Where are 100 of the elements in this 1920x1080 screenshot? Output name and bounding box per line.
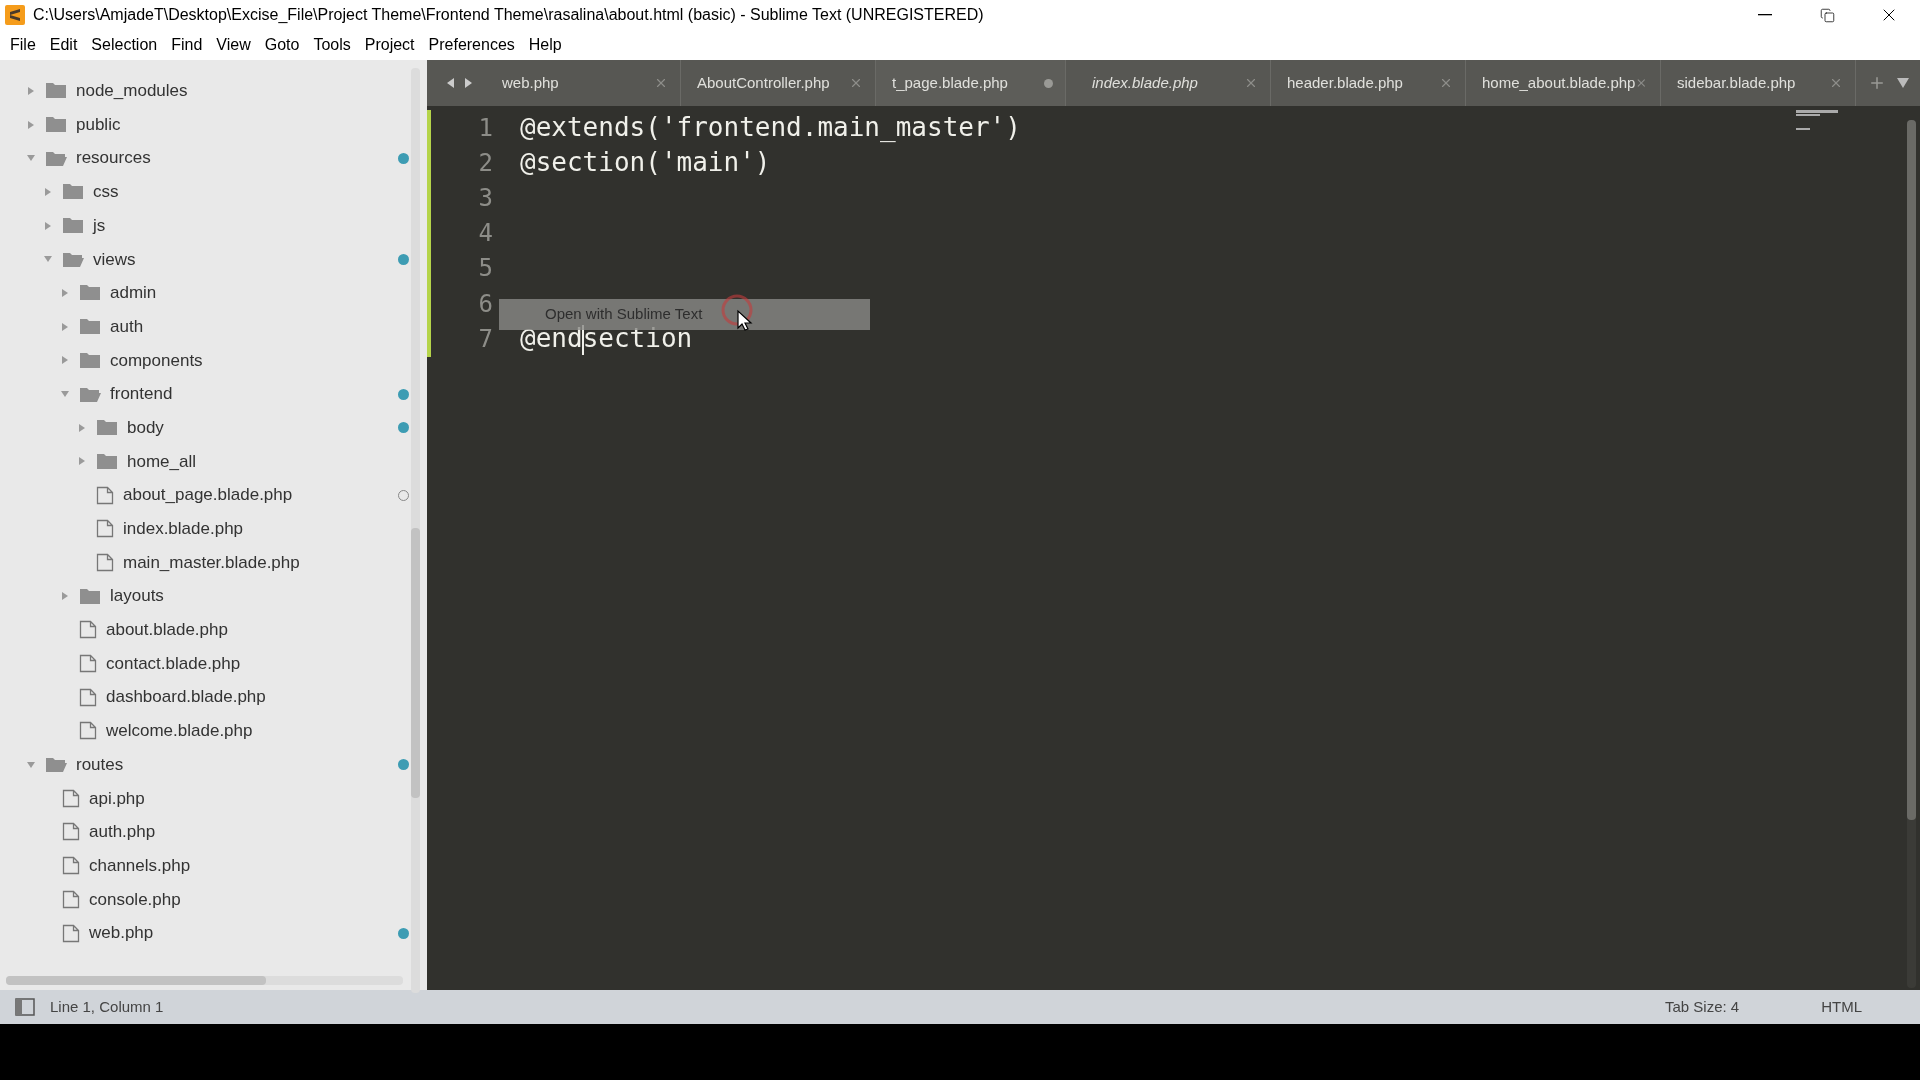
folder-row[interactable]: layouts <box>0 579 427 613</box>
folder-row[interactable]: auth <box>0 309 427 344</box>
editor-tab[interactable]: t_page.blade.php <box>876 60 1066 106</box>
collapsed-caret-icon[interactable] <box>60 321 70 332</box>
collapsed-caret-icon[interactable] <box>60 355 70 366</box>
file-row[interactable]: main_master.blade.php <box>0 545 427 580</box>
folder-name: public <box>76 113 122 136</box>
file-row[interactable]: api.php <box>0 781 427 816</box>
folder-row[interactable]: views <box>0 242 427 277</box>
folder-row[interactable]: resources <box>0 141 427 176</box>
tab-list-caret-icon[interactable] <box>1896 77 1910 89</box>
folder-row[interactable]: routes <box>0 747 427 782</box>
restore-icon <box>1819 7 1835 23</box>
file-name: welcome.blade.php <box>106 720 254 743</box>
file-icon <box>96 552 114 572</box>
file-icon <box>96 519 114 539</box>
tooltip: Open with Sublime Text <box>499 299 870 330</box>
folder-row[interactable]: public <box>0 107 427 142</box>
syntax-mode[interactable]: HTML <box>1821 995 1862 1019</box>
close-tab-icon[interactable] <box>1829 76 1843 90</box>
folder-icon <box>96 419 118 437</box>
menu-item[interactable]: Selection <box>84 33 165 57</box>
folder-icon <box>62 183 84 201</box>
collapsed-caret-icon[interactable] <box>26 85 36 96</box>
line-number: 4 <box>477 218 493 250</box>
file-row[interactable]: dashboard.blade.php <box>0 680 427 715</box>
folder-row[interactable]: css <box>0 175 427 209</box>
folder-icon <box>79 587 101 605</box>
menu-item[interactable]: Goto <box>257 33 307 57</box>
new-tab-icon[interactable] <box>1868 74 1886 92</box>
folder-name: layouts <box>110 585 165 608</box>
file-name: main_master.blade.php <box>123 551 301 574</box>
file-name: auth.php <box>89 821 157 844</box>
next-arrow-icon[interactable] <box>464 77 474 89</box>
file-row[interactable]: welcome.blade.php <box>0 714 427 748</box>
file-name: dashboard.blade.php <box>106 686 267 709</box>
file-name: web.php <box>89 922 155 945</box>
horizontal-scrollbar[interactable] <box>6 976 403 985</box>
editor-scrollbar[interactable] <box>1907 120 1916 988</box>
open-folder-icon <box>62 250 84 268</box>
file-icon <box>62 822 80 842</box>
file-row[interactable]: about_page.blade.php <box>0 478 427 512</box>
previous-arrow-icon[interactable] <box>445 77 455 89</box>
collapsed-caret-icon[interactable] <box>26 119 36 130</box>
collapsed-caret-icon[interactable] <box>60 287 70 298</box>
folder-row[interactable]: body <box>0 410 427 445</box>
menu-item[interactable]: Tools <box>306 33 358 57</box>
file-row[interactable]: contact.blade.php <box>0 646 427 681</box>
vertical-scrollbar[interactable] <box>411 68 420 993</box>
folder-name: frontend <box>110 383 174 406</box>
folder-name: node_modules <box>76 80 189 103</box>
folder-row[interactable]: admin <box>0 276 427 310</box>
folder-row[interactable]: js <box>0 208 427 243</box>
expanded-caret-icon[interactable] <box>26 759 36 770</box>
file-row[interactable]: auth.php <box>0 815 427 849</box>
menu-item[interactable]: File <box>3 33 43 57</box>
menu-item[interactable]: Find <box>164 33 210 57</box>
tab-size[interactable]: Tab Size: 4 <box>1664 995 1740 1019</box>
menu-item[interactable]: Preferences <box>421 33 522 57</box>
file-name: contact.blade.php <box>106 652 242 675</box>
menu-item[interactable]: Project <box>357 33 422 57</box>
file-icon <box>62 923 80 943</box>
close-tab-icon[interactable] <box>1439 76 1453 90</box>
collapsed-caret-icon[interactable] <box>43 186 53 197</box>
file-row[interactable]: about.blade.php <box>0 613 427 647</box>
file-icon <box>62 856 80 876</box>
file-name: about_page.blade.php <box>123 484 294 507</box>
line-number: 7 <box>477 323 493 355</box>
file-icon <box>79 721 97 741</box>
folder-name: auth <box>110 315 145 338</box>
menu-item[interactable]: Edit <box>42 33 85 57</box>
folder-name: views <box>93 248 137 271</box>
folder-row[interactable]: components <box>0 343 427 378</box>
close-tab-icon[interactable] <box>849 76 863 90</box>
file-row[interactable]: web.php <box>0 916 427 950</box>
collapsed-caret-icon[interactable] <box>77 422 87 433</box>
minimize-icon <box>1758 14 1772 16</box>
sidebar-toggle-icon[interactable] <box>15 998 35 1016</box>
line-number: 6 <box>477 288 493 320</box>
file-row[interactable]: index.blade.php <box>0 511 427 546</box>
folder-icon <box>96 452 118 470</box>
menu-item[interactable]: Help <box>521 33 569 57</box>
close-tab-icon[interactable] <box>1635 76 1648 90</box>
collapsed-caret-icon[interactable] <box>60 591 70 602</box>
collapsed-caret-icon[interactable] <box>77 456 87 467</box>
menu-item[interactable]: View <box>209 33 258 57</box>
folder-row[interactable]: node_modules <box>0 74 427 108</box>
file-row[interactable]: channels.php <box>0 848 427 883</box>
file-name: index.blade.php <box>123 518 245 541</box>
file-name: channels.php <box>89 854 192 877</box>
folder-row[interactable]: frontend <box>0 377 427 411</box>
folder-name: resources <box>76 147 152 170</box>
file-row[interactable]: console.php <box>0 882 427 917</box>
folder-name: body <box>127 416 165 439</box>
folder-row[interactable]: home_all <box>0 444 427 479</box>
close-tab-icon[interactable] <box>654 76 668 90</box>
collapsed-caret-icon[interactable] <box>43 220 53 231</box>
file-icon <box>79 687 97 707</box>
folder-icon <box>62 217 84 235</box>
close-tab-icon[interactable] <box>1244 76 1258 90</box>
